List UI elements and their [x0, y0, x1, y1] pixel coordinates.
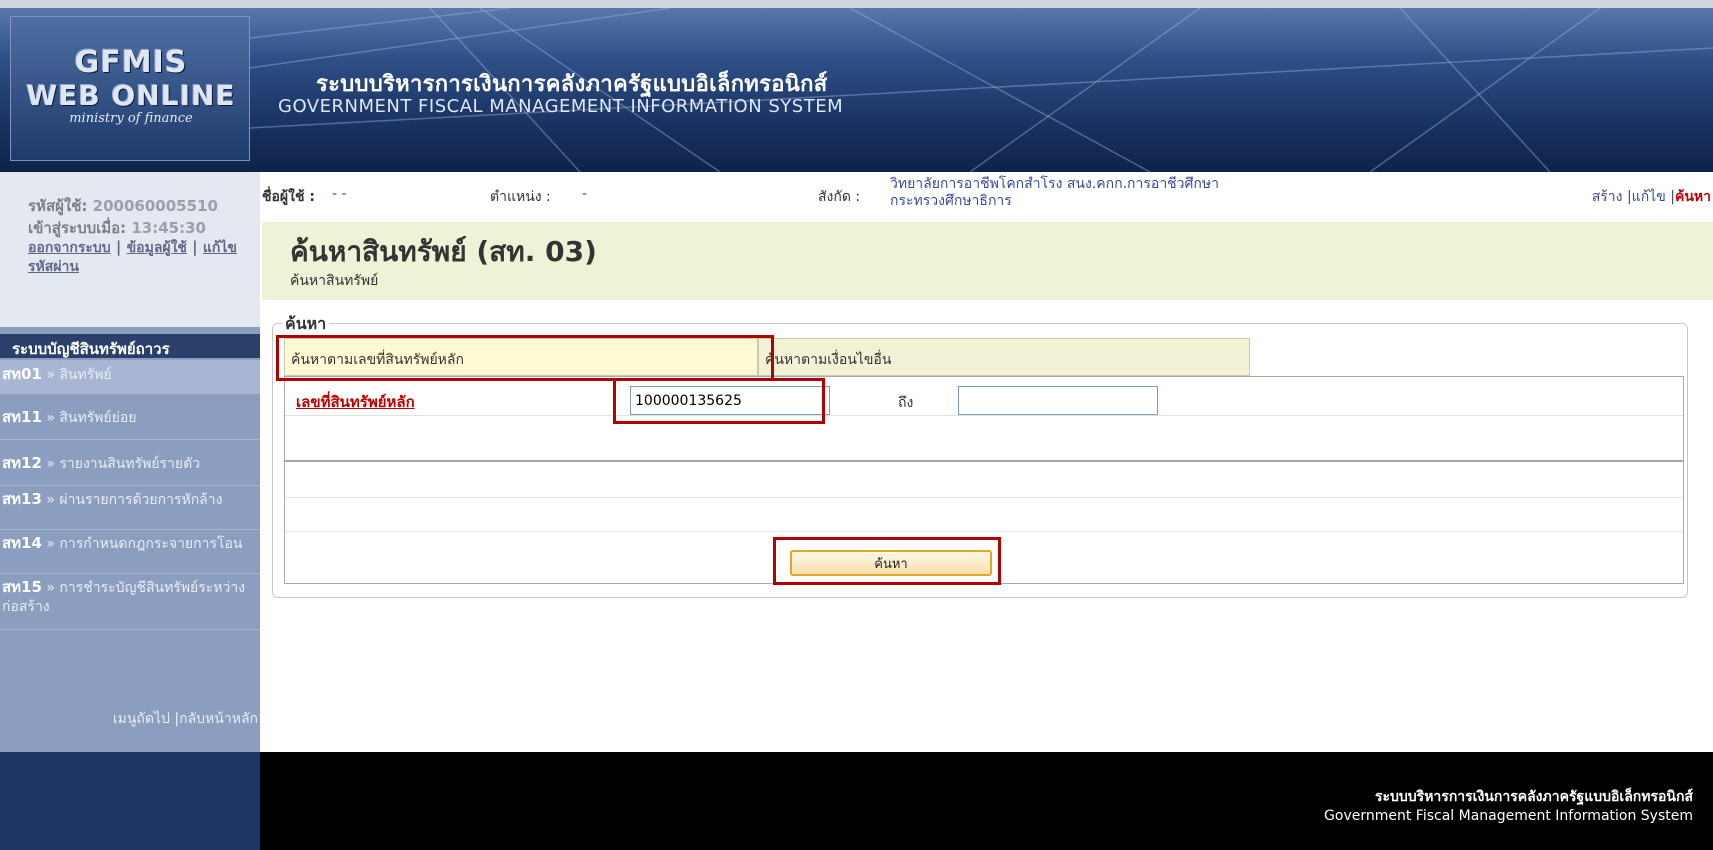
sidebar: รหัสผู้ใช้: 200060005510 เข้าสู่ระบบเมื่… — [0, 172, 260, 752]
asset-number-label[interactable]: เลขที่สินทรัพย์หลัก — [296, 390, 415, 414]
user-id-row: รหัสผู้ใช้: 200060005510 — [28, 194, 218, 218]
menu-item-code: สท15 — [2, 578, 42, 596]
org-value: วิทยาลัยการอาชีพโคกสำโรง สนง.คกก.การอาชี… — [890, 176, 1219, 209]
form-divider — [285, 460, 1683, 462]
header-top-strip — [0, 0, 1713, 8]
user-info-link[interactable]: ข้อมูลผู้ใช้ — [127, 240, 187, 256]
footer-title-thai: ระบบบริหารการเงินการคลังภาครัฐแบบอิเล็กท… — [1374, 789, 1693, 805]
position-value: - — [582, 186, 588, 202]
search-legend: ค้นหา — [282, 312, 330, 337]
next-menu-link[interactable]: เมนูถัดไป — [113, 711, 170, 727]
logo-text-web-online: WEB ONLINE — [26, 79, 236, 112]
create-link[interactable]: สร้าง — [1592, 189, 1623, 205]
tab-search-by-asset-number[interactable]: ค้นหาตามเลขที่สินทรัพย์หลัก — [284, 338, 758, 376]
user-name-value: - - — [332, 186, 347, 202]
user-links: ออกจากระบบ | ข้อมูลผู้ใช้ | แก้ไขรหัสผ่า… — [28, 238, 238, 275]
menu-item-code: สท11 — [2, 408, 42, 426]
menu-item-sub-asset[interactable]: สท11 » สินทรัพย์ย่อย — [0, 394, 260, 440]
login-time-row: เข้าสู่ระบบเมื่อ: 13:45:30 — [28, 216, 206, 240]
action-links: สร้าง |แก้ไข |ค้นหา — [1591, 189, 1711, 205]
footer-left-panel — [0, 752, 260, 850]
menu-item-label: สินทรัพย์ย่อย — [59, 410, 137, 426]
edit-link[interactable]: แก้ไข — [1632, 189, 1666, 205]
user-panel: รหัสผู้ใช้: 200060005510 เข้าสู่ระบบเมื่… — [0, 172, 260, 327]
page-title: ค้นหาสินทรัพย์ (สท. 03) — [290, 235, 597, 268]
app-header: GFMIS WEB ONLINE ministry of finance ระบ… — [0, 0, 1713, 172]
form-divider — [285, 415, 1683, 416]
menu-item-clearing[interactable]: สท13 » ผ่านรายการด้วยการหักล้าง — [0, 486, 260, 530]
logo-text-gfmis: GFMIS — [74, 45, 188, 80]
user-id-value: 200060005510 — [92, 197, 218, 215]
system-title-english: GOVERNMENT FISCAL MANAGEMENT INFORMATION… — [278, 96, 844, 117]
footer-title-english: Government Fiscal Management Information… — [1324, 808, 1693, 824]
login-time-value: 13:45:30 — [131, 219, 206, 237]
logout-link[interactable]: ออกจากระบบ — [28, 240, 111, 256]
menu-title: ระบบบัญชีสินทรัพย์ถาวร — [0, 334, 260, 358]
menu-item-code: สท13 — [2, 490, 42, 508]
search-button[interactable]: ค้นหา — [790, 550, 992, 576]
user-info-bar: ชื่อผู้ใช้ : - - ตำแหน่ง : - สังกัด : วิ… — [262, 172, 1713, 222]
user-id-label: รหัสผู้ใช้: — [28, 197, 88, 215]
page-subtitle: ค้นหาสินทรัพย์ — [290, 273, 379, 289]
position-label: ตำแหน่ง : — [490, 189, 551, 205]
asset-number-to-input[interactable] — [958, 386, 1158, 415]
menu-item-asset-report[interactable]: สท12 » รายงานสินทรัพย์รายตัว — [0, 440, 260, 486]
menu-item-asset[interactable]: สท01 » สินทรัพย์ — [0, 360, 260, 394]
menu-item-auc-settlement[interactable]: สท15 » การชำระบัญชีสินทรัพย์ระหว่างก่อสร… — [0, 574, 260, 630]
user-name-label: ชื่อผู้ใช้ : — [262, 189, 315, 205]
menu-footer: เมนูถัดไป |กลับหน้าหลัก — [112, 711, 258, 727]
form-divider — [285, 531, 1683, 532]
tab-search-by-other-conditions[interactable]: ค้นหาตามเงื่อนไขอื่น — [758, 338, 1250, 376]
menu-item-label: ผ่านรายการด้วยการหักล้าง — [59, 492, 223, 508]
form-divider — [285, 497, 1683, 498]
menu-item-label: การกำหนดกฎกระจายการโอน — [59, 536, 243, 552]
footer: ระบบบริหารการเงินการคลังภาครัฐแบบอิเล็กท… — [0, 752, 1713, 850]
home-link[interactable]: กลับหน้าหลัก — [179, 711, 258, 727]
menu-item-label: รายงานสินทรัพย์รายตัว — [59, 456, 201, 472]
menu-item-code: สท12 — [2, 454, 42, 472]
page-title-band: ค้นหาสินทรัพย์ (สท. 03) ค้นหาสินทรัพย์ — [262, 222, 1713, 300]
menu-item-code: สท01 — [2, 365, 42, 383]
org-label: สังกัด : — [818, 189, 861, 205]
gfmis-logo: GFMIS WEB ONLINE ministry of finance — [10, 16, 250, 161]
menu-item-transfer-rules[interactable]: สท14 » การกำหนดกฎกระจายการโอน — [0, 530, 260, 574]
search-link[interactable]: ค้นหา — [1675, 189, 1711, 205]
asset-number-from-input[interactable] — [630, 386, 830, 415]
menu-item-label: สินทรัพย์ — [59, 367, 112, 383]
to-label: ถึง — [898, 395, 914, 411]
login-time-label: เข้าสู่ระบบเมื่อ: — [28, 219, 127, 237]
logo-text-ministry: ministry of finance — [69, 111, 193, 126]
menu-item-code: สท14 — [2, 534, 42, 552]
